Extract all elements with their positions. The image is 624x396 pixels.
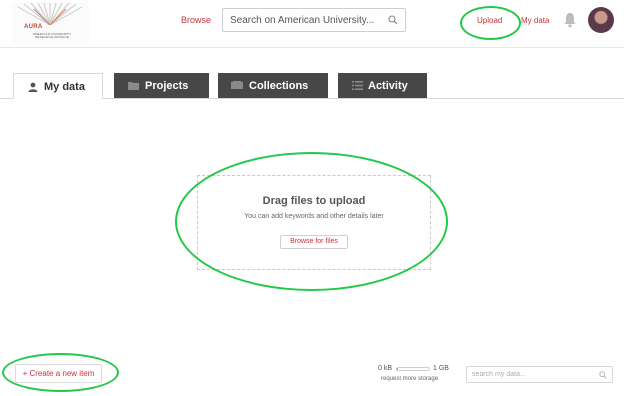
storage-progress-fill <box>397 368 398 370</box>
logo-subtitle: AMERICAN UNIVERSITY RESEARCH ARCHIVE <box>32 32 72 39</box>
list-icon <box>352 81 363 90</box>
global-search <box>222 8 406 32</box>
bell-icon[interactable] <box>563 12 577 28</box>
user-icon <box>28 82 38 92</box>
tab-label: Activity <box>368 80 408 92</box>
nav-mydata-link[interactable]: My data <box>521 16 549 25</box>
request-storage-link[interactable]: request more storage <box>381 376 438 382</box>
search-icon[interactable] <box>599 371 607 379</box>
tab-activity[interactable]: Activity <box>338 73 427 98</box>
annotation-ellipse-upload <box>460 6 521 40</box>
collection-icon <box>231 81 243 89</box>
tab-label: Projects <box>145 80 189 92</box>
header-divider <box>0 47 624 48</box>
my-data-search-input[interactable] <box>472 369 592 380</box>
search-icon[interactable] <box>388 15 398 25</box>
storage-total: 1 GB <box>433 365 449 372</box>
tab-my-data[interactable]: My data <box>13 73 103 99</box>
tab-projects[interactable]: Projects <box>114 73 209 98</box>
folder-icon <box>128 82 139 90</box>
user-avatar[interactable] <box>588 7 614 33</box>
tab-label: My data <box>44 81 85 93</box>
logo-wordmark: AURA <box>24 24 43 30</box>
annotation-ellipse-dropzone <box>175 152 448 291</box>
logo-sunburst-icon <box>17 3 83 25</box>
nav-browse-link[interactable]: Browse <box>181 15 211 25</box>
global-search-input[interactable] <box>230 12 380 28</box>
annotation-ellipse-create <box>2 353 119 392</box>
my-data-search <box>466 366 613 383</box>
tab-label: Collections <box>249 80 309 92</box>
storage-progress-bar <box>396 367 430 371</box>
tab-collections[interactable]: Collections <box>218 73 328 98</box>
storage-used: 0 kB <box>378 365 393 372</box>
